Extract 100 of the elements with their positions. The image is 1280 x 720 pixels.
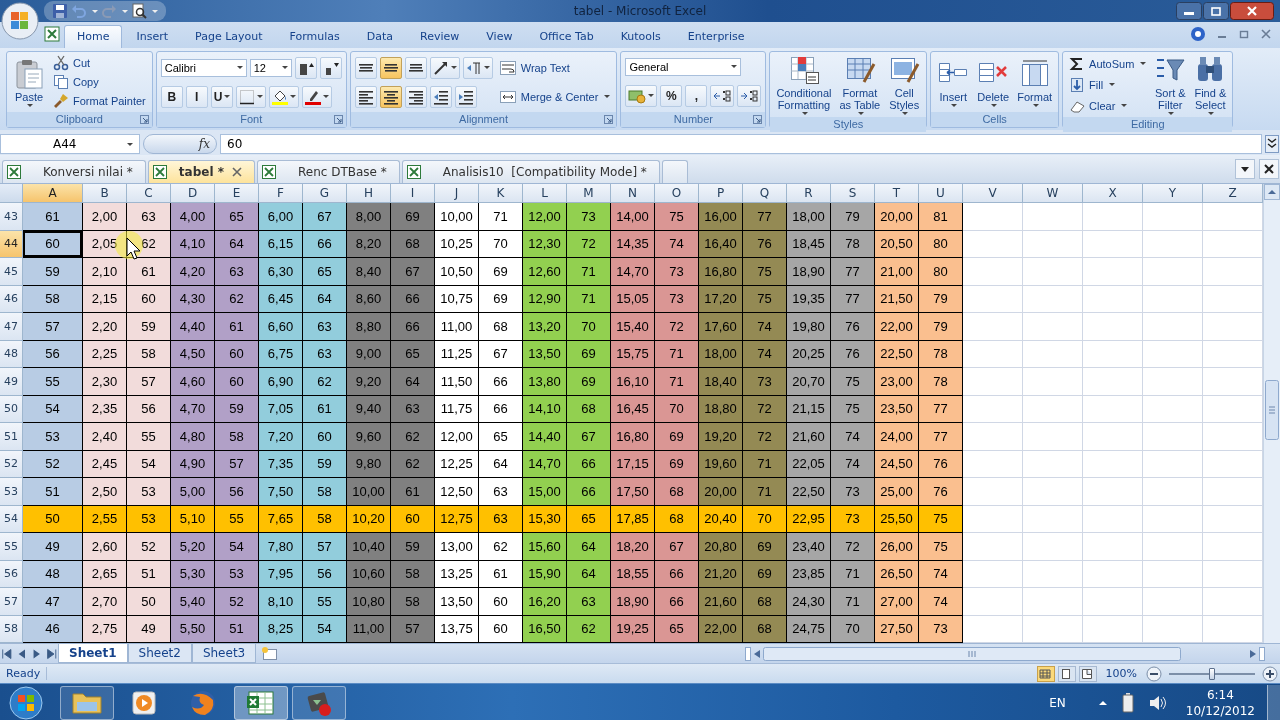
column-header[interactable]: L <box>523 184 567 203</box>
menu-tab[interactable]: Page Layout <box>182 25 276 48</box>
show-hidden-icons[interactable] <box>1097 698 1108 708</box>
icon-button[interactable] <box>404 56 427 79</box>
page-layout-view-icon[interactable] <box>1057 665 1076 682</box>
icon-button[interactable] <box>379 56 402 79</box>
row-header[interactable]: 53 <box>0 478 23 506</box>
ribbon-button[interactable]: Find & Select <box>1192 54 1229 115</box>
row-header[interactable]: 52 <box>0 450 23 478</box>
start-button[interactable] <box>6 685 46 720</box>
column-header[interactable]: V <box>963 184 1023 203</box>
name-box[interactable]: A44 <box>0 134 140 154</box>
menu-tab[interactable]: Home <box>64 25 123 48</box>
column-header[interactable]: W <box>1023 184 1083 203</box>
row-header[interactable]: 57 <box>0 588 23 616</box>
menu-tab[interactable]: Kutools <box>607 25 674 48</box>
formula-field[interactable]: 60 <box>220 134 1262 154</box>
symbol-button[interactable]: B <box>160 85 183 108</box>
column-header[interactable]: H <box>347 184 391 203</box>
column-header[interactable]: K <box>479 184 523 203</box>
dropdown-field[interactable]: 12 <box>249 58 292 77</box>
taskbar-button[interactable] <box>292 686 346 720</box>
icon-button[interactable] <box>710 84 735 107</box>
ribbon-button[interactable]: Clear <box>1067 97 1149 114</box>
taskbar-button[interactable] <box>234 686 288 720</box>
column-header[interactable]: C <box>127 184 171 203</box>
menu-tab[interactable]: Data <box>353 25 407 48</box>
row-header[interactable]: 45 <box>0 258 23 286</box>
column-header[interactable]: T <box>875 184 919 203</box>
icon-button[interactable] <box>737 84 762 107</box>
row-header[interactable]: 49 <box>0 368 23 396</box>
restore-button[interactable] <box>1203 2 1229 20</box>
column-header[interactable]: Z <box>1203 184 1263 203</box>
slider-thumb[interactable] <box>1209 667 1215 680</box>
symbol-button[interactable]: I <box>185 85 208 108</box>
dialog-launcher-icon[interactable] <box>139 115 149 124</box>
row-header[interactable]: 47 <box>0 313 23 341</box>
ribbon-button[interactable]: Delete <box>975 57 1012 107</box>
column-header[interactable]: Q <box>743 184 787 203</box>
save-icon[interactable] <box>52 3 68 19</box>
ribbon-button[interactable]: Wrap Text <box>496 59 613 76</box>
column-header[interactable]: U <box>919 184 963 203</box>
row-header[interactable]: 43 <box>0 203 23 231</box>
scrollbar-thumb[interactable] <box>1264 380 1280 440</box>
row-header[interactable]: 56 <box>0 560 23 588</box>
sheet-tab[interactable]: Sheet3 <box>191 644 257 663</box>
row-header[interactable]: 54 <box>0 505 23 533</box>
column-header[interactable]: B <box>83 184 127 203</box>
column-header[interactable]: Y <box>1143 184 1203 203</box>
ribbon-button[interactable]: Cell Styles <box>886 54 923 115</box>
ribbon-button[interactable]: Sort & Filter <box>1152 54 1189 115</box>
menu-tab[interactable]: Review <box>407 25 473 48</box>
icon-button[interactable] <box>379 85 402 108</box>
ribbon-button[interactable]: Format as Table <box>837 54 883 115</box>
menu-tab[interactable]: Enterprise <box>674 25 758 48</box>
icon-button[interactable] <box>354 85 377 108</box>
language-indicator[interactable]: EN <box>1049 696 1066 710</box>
zoom-level-button[interactable]: 100% <box>1105 667 1137 680</box>
menu-tab[interactable]: View <box>473 25 526 48</box>
dialog-launcher-icon[interactable] <box>753 115 763 124</box>
taskbar-button[interactable] <box>60 686 114 720</box>
ribbon-button[interactable]: Format Painter <box>51 93 148 110</box>
row-header[interactable]: 48 <box>0 340 23 368</box>
symbol-button[interactable]: % <box>660 84 683 107</box>
clock-time[interactable]: 6:14 <box>1185 687 1255 703</box>
help-icon[interactable] <box>1190 26 1206 42</box>
icon-button[interactable] <box>319 56 342 79</box>
zoom-out-icon[interactable] <box>1146 665 1162 682</box>
ribbon-button[interactable]: Conditional Formatting <box>774 54 834 115</box>
dropdown-button[interactable] <box>1235 159 1255 179</box>
column-header[interactable]: O <box>655 184 699 203</box>
column-header[interactable]: X <box>1083 184 1143 203</box>
icon-button[interactable] <box>302 85 333 108</box>
close-button[interactable] <box>1230 2 1274 20</box>
scroll-up-button[interactable] <box>1264 184 1280 200</box>
restore-icon[interactable] <box>1238 28 1250 40</box>
document-tab[interactable]: tabel * <box>147 160 255 183</box>
ribbon-button[interactable]: Paste <box>11 57 47 107</box>
row-header[interactable]: 50 <box>0 395 23 423</box>
speaker-icon[interactable] <box>1147 694 1168 712</box>
icon-button[interactable] <box>294 56 317 79</box>
battery-icon[interactable] <box>1121 693 1134 713</box>
dialog-launcher-icon[interactable] <box>604 115 614 124</box>
page-break-view-icon[interactable] <box>1078 665 1097 682</box>
print-preview-icon[interactable] <box>131 3 147 19</box>
ribbon-button[interactable]: Insert <box>935 57 972 107</box>
column-header[interactable]: A <box>23 184 83 203</box>
function-button[interactable]: fx <box>198 137 210 151</box>
icon-button[interactable] <box>404 85 427 108</box>
column-header[interactable]: P <box>699 184 743 203</box>
row-header[interactable]: 51 <box>0 423 23 451</box>
row-header[interactable]: 44 <box>0 230 23 258</box>
ribbon-button[interactable]: AutoSum <box>1067 55 1149 72</box>
document-tab[interactable]: Renc DTBase * <box>256 160 400 183</box>
icon-button[interactable] <box>429 56 460 79</box>
sheet-tab[interactable]: Sheet2 <box>127 644 192 663</box>
zoom-in-icon[interactable] <box>1262 665 1278 682</box>
column-header[interactable]: M <box>567 184 611 203</box>
icon-button[interactable] <box>429 85 452 108</box>
column-header[interactable]: S <box>831 184 875 203</box>
